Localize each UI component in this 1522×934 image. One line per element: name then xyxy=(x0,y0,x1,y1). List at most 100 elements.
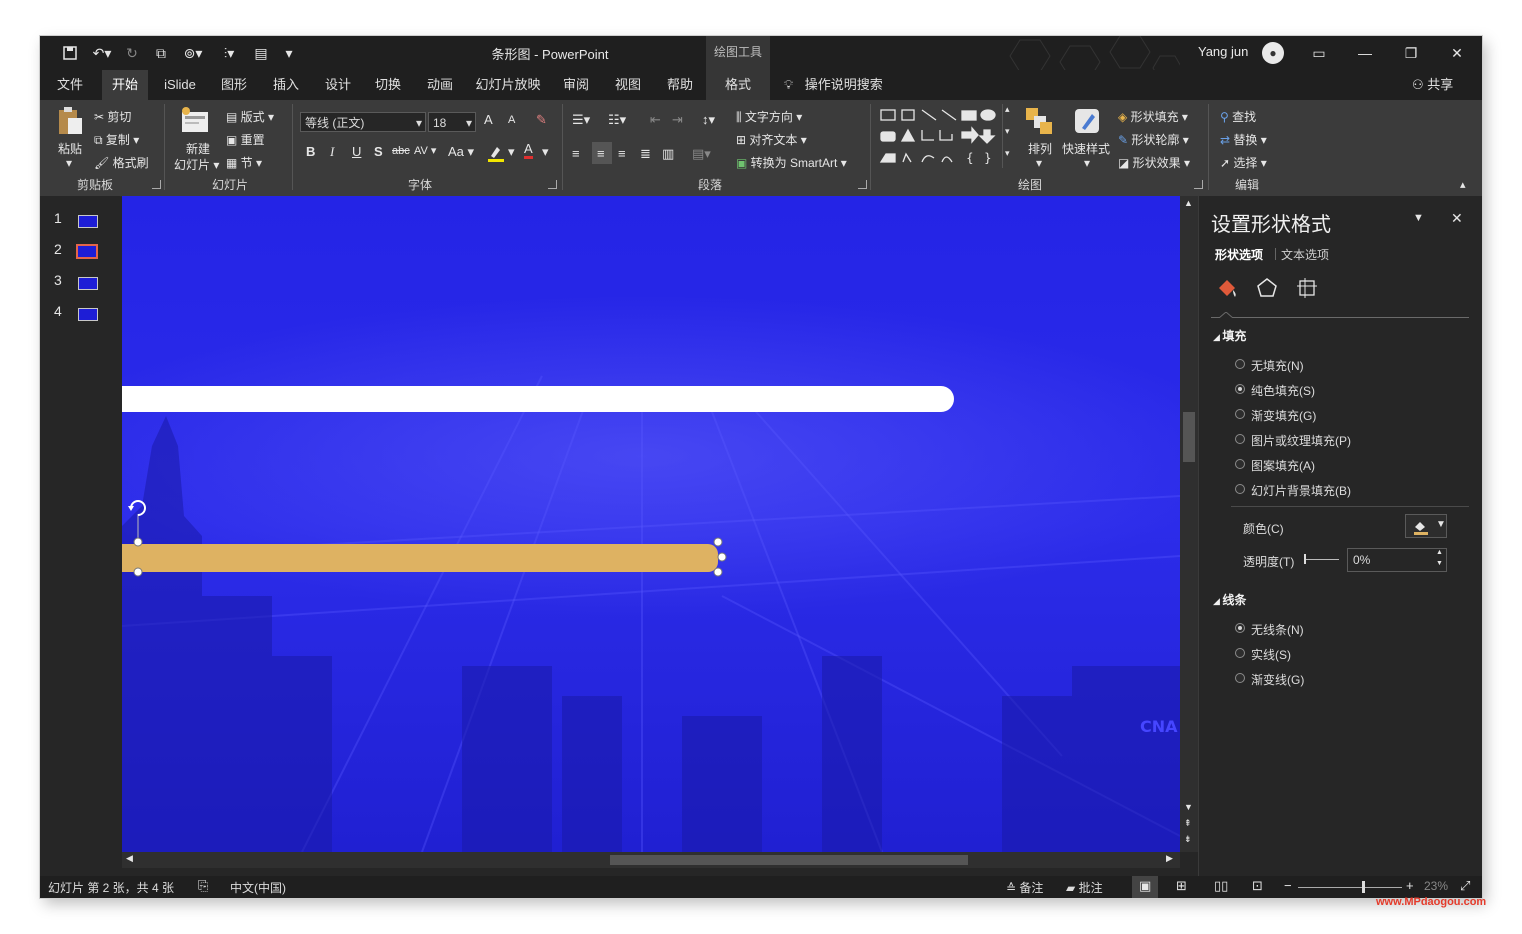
quick-styles-label[interactable]: 快速样式 xyxy=(1062,140,1110,157)
redo-icon[interactable]: ↻ xyxy=(122,44,142,62)
option-solid-fill[interactable]: 纯色填充(S) xyxy=(1251,382,1315,399)
shapes-gallery[interactable]: { } xyxy=(878,106,1008,170)
transparency-input[interactable]: 0% ▲ ▼ xyxy=(1347,548,1447,572)
italic-button[interactable]: I xyxy=(330,144,334,160)
change-case-button[interactable]: Aa ▾ xyxy=(448,144,474,160)
radio-solid-fill[interactable] xyxy=(1235,384,1245,394)
chevron-left-icon[interactable]: ◀ xyxy=(126,853,133,864)
align-right-icon[interactable]: ≡ xyxy=(618,146,626,161)
transparency-slider-thumb[interactable] xyxy=(1304,554,1306,564)
slide-thumbnail[interactable] xyxy=(78,215,98,228)
strikethrough-button[interactable]: abc xyxy=(392,145,410,157)
chevron-down-icon[interactable]: ▾ xyxy=(1084,156,1090,170)
fit-to-window-icon[interactable]: ⤢ xyxy=(1460,878,1470,894)
columns-icon[interactable]: ▤▾ xyxy=(692,146,711,162)
option-gradient-line[interactable]: 渐变线(G) xyxy=(1251,671,1304,688)
slide-info[interactable]: 幻灯片 第 2 张，共 4 张 xyxy=(48,879,174,896)
tab-design[interactable]: 设计 xyxy=(316,70,360,100)
radio-background-fill[interactable] xyxy=(1235,484,1245,494)
notes-button[interactable]: ≙ 备注 xyxy=(1006,879,1043,896)
align-left-icon[interactable]: ≡ xyxy=(572,146,580,161)
arrange-icon[interactable] xyxy=(1024,106,1054,136)
slide-thumbnail[interactable] xyxy=(78,277,98,290)
grow-font-icon[interactable]: A xyxy=(484,112,493,127)
tab-text-options[interactable]: 文本选项 xyxy=(1281,246,1329,263)
radio-picture-fill[interactable] xyxy=(1235,434,1245,444)
new-slide-icon[interactable] xyxy=(180,106,210,136)
bar-white[interactable] xyxy=(122,386,954,412)
radio-solid-line[interactable] xyxy=(1235,648,1245,658)
distributed-icon[interactable]: ▥ xyxy=(662,146,674,162)
replace-button[interactable]: ⇄ 替换 ▾ xyxy=(1220,131,1267,148)
option-pattern-fill[interactable]: 图案填充(A) xyxy=(1251,457,1315,474)
tab-slideshow[interactable]: 幻灯片放映 xyxy=(470,70,546,100)
normal-view-button[interactable]: ▣ xyxy=(1132,876,1158,898)
clear-format-icon[interactable]: ✎ xyxy=(536,112,547,128)
fill-line-icon[interactable] xyxy=(1215,276,1239,300)
option-solid-line[interactable]: 实线(S) xyxy=(1251,646,1291,663)
slide-thumbnail-selected[interactable] xyxy=(76,244,98,259)
justify-icon[interactable]: ≣ xyxy=(640,146,651,162)
tab-shape-options[interactable]: 形状选项 xyxy=(1215,246,1263,263)
pane-options-icon[interactable]: ▼ xyxy=(1413,212,1424,224)
font-dialog-launcher[interactable] xyxy=(548,180,557,189)
comments-button[interactable]: ▰ 批注 xyxy=(1066,879,1103,896)
zoom-slider-track[interactable] xyxy=(1298,887,1402,888)
selection-handles[interactable] xyxy=(122,496,732,582)
chevron-down-icon[interactable]: ▾ xyxy=(508,144,515,160)
tab-animations[interactable]: 动画 xyxy=(418,70,462,100)
paste-label[interactable]: 粘贴 xyxy=(58,140,82,157)
slide-thumbnail[interactable] xyxy=(78,308,98,321)
radio-gradient-fill[interactable] xyxy=(1235,409,1245,419)
chevron-right-icon[interactable]: ▶ xyxy=(1166,853,1173,864)
option-background-fill[interactable]: 幻灯片背景填充(B) xyxy=(1251,482,1351,499)
align-icon[interactable]: ⫶▾ xyxy=(214,44,244,62)
close-icon[interactable]: ✕ xyxy=(1442,42,1472,64)
vertical-scrollbar[interactable]: ▲ ▼ ⇞ ⇟ xyxy=(1180,196,1198,852)
radio-no-line[interactable] xyxy=(1235,623,1245,633)
radio-pattern-fill[interactable] xyxy=(1235,459,1245,469)
option-gradient-fill[interactable]: 渐变填充(G) xyxy=(1251,407,1316,424)
horizontal-scrollbar[interactable]: ◀ ▶ xyxy=(122,852,1180,868)
tab-format[interactable]: 格式 xyxy=(706,70,770,100)
find-button[interactable]: ⚲ 查找 xyxy=(1220,108,1256,125)
zoom-level[interactable]: 23% xyxy=(1424,879,1448,893)
close-pane-icon[interactable]: ✕ xyxy=(1451,210,1463,227)
tab-shapes[interactable]: 图形 xyxy=(212,70,256,100)
slide-canvas[interactable]: CNA xyxy=(122,196,1180,852)
highlight-icon[interactable] xyxy=(486,144,506,162)
radio-gradient-line[interactable] xyxy=(1235,673,1245,683)
smartart-button[interactable]: ▣ 转换为 SmartArt ▾ xyxy=(736,154,847,171)
align-center-button[interactable]: ≡ xyxy=(592,142,612,164)
minimize-icon[interactable]: — xyxy=(1350,42,1380,64)
tab-review[interactable]: 审阅 xyxy=(554,70,598,100)
scroll-thumb[interactable] xyxy=(1183,412,1195,462)
zoom-in-icon[interactable]: + xyxy=(1406,878,1414,893)
line-section-header[interactable]: ◢ 线条 xyxy=(1213,591,1246,608)
increase-indent-icon[interactable]: ⇥ xyxy=(672,112,683,128)
chevron-down-icon[interactable]: ▾ xyxy=(542,144,549,160)
align-text-button[interactable]: ⊞ 对齐文本 ▾ xyxy=(736,131,807,148)
clipboard-dialog-launcher[interactable] xyxy=(152,180,161,189)
next-slide-icon[interactable]: ⇟ xyxy=(1184,834,1192,845)
quick-styles-icon[interactable] xyxy=(1072,106,1102,136)
text-direction-button[interactable]: ⫼ 文字方向 ▾ xyxy=(736,108,802,125)
tab-file[interactable]: 文件 xyxy=(48,70,92,100)
numbering-icon[interactable]: ☷▾ xyxy=(608,112,626,128)
decrease-indent-icon[interactable]: ⇤ xyxy=(650,112,661,128)
spin-down-icon[interactable]: ▼ xyxy=(1436,560,1443,567)
color-picker-button[interactable]: ▼ xyxy=(1405,514,1447,538)
touch-mode-icon[interactable]: ⊚▾ xyxy=(178,44,208,62)
chevron-down-icon[interactable]: ▼ xyxy=(1184,802,1193,812)
shadow-button[interactable]: S xyxy=(374,144,383,159)
transparency-slider-track[interactable] xyxy=(1305,559,1339,560)
option-picture-fill[interactable]: 图片或纹理填充(P) xyxy=(1251,432,1351,449)
reset-button[interactable]: ▣ 重置 xyxy=(226,131,265,148)
bullets-icon[interactable]: ☰▾ xyxy=(572,112,590,128)
paste-icon[interactable] xyxy=(56,106,86,138)
shape-outline-button[interactable]: ✎ 形状轮廓 ▾ xyxy=(1118,131,1189,148)
chevron-down-icon[interactable]: ▾ xyxy=(1036,156,1042,170)
underline-button[interactable]: U xyxy=(352,144,361,159)
previous-slide-icon[interactable]: ⇞ xyxy=(1184,818,1192,829)
paragraph-dialog-launcher[interactable] xyxy=(858,180,867,189)
